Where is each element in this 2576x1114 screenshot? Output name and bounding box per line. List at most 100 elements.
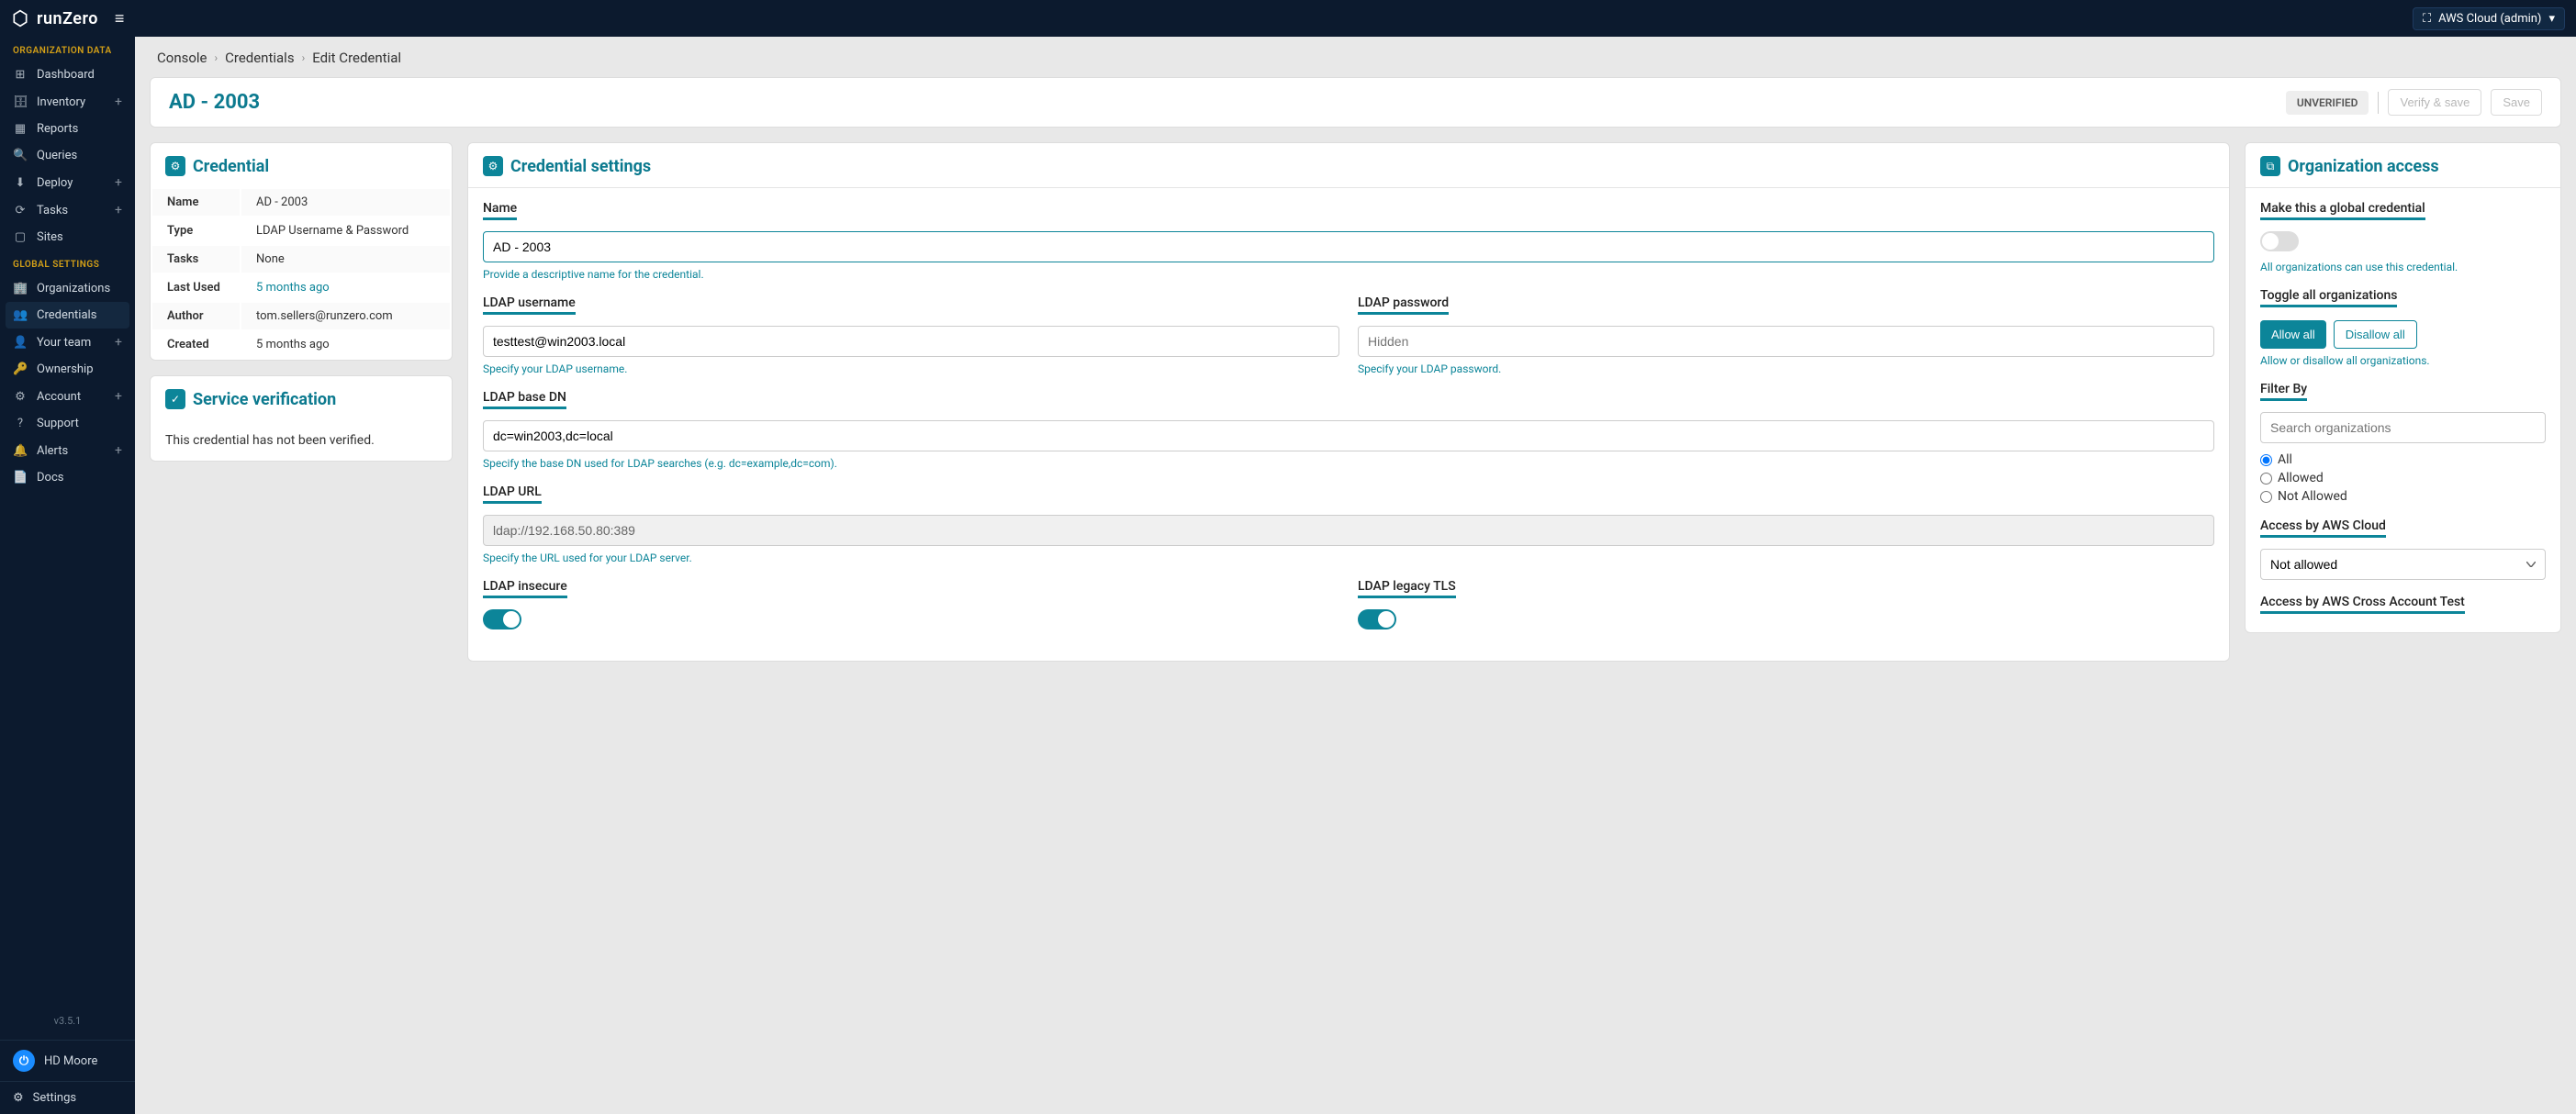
page-title: AD - 2003 bbox=[169, 91, 260, 114]
breadcrumb-console[interactable]: Console bbox=[157, 50, 207, 66]
reports-icon: ▦ bbox=[13, 122, 28, 136]
team-icon: 👤 bbox=[13, 336, 28, 350]
sidebar-item-your-team[interactable]: 👤Your team+ bbox=[0, 329, 135, 356]
ldap-username-input[interactable] bbox=[483, 326, 1339, 357]
sidebar-item-tasks[interactable]: ⟳Tasks+ bbox=[0, 196, 135, 224]
chevron-down-icon: ▾ bbox=[2548, 12, 2555, 26]
filter-radio-not-allowed[interactable]: Not Allowed bbox=[2260, 489, 2546, 504]
sidebar-section-global: GLOBAL SETTINGS bbox=[0, 251, 135, 275]
plus-icon[interactable]: + bbox=[115, 203, 122, 217]
verify-save-button[interactable]: Verify & save bbox=[2388, 89, 2481, 116]
global-credential-help: All organizations can use this credentia… bbox=[2260, 261, 2546, 273]
access-aws-cloud-select[interactable]: Not allowed bbox=[2260, 549, 2546, 580]
last-used-link[interactable]: 5 months ago bbox=[241, 274, 450, 301]
ldap-dn-help: Specify the base DN used for LDAP search… bbox=[483, 457, 2214, 470]
ldap-legacy-tls-toggle[interactable] bbox=[1358, 609, 1396, 629]
card-title: Credential settings bbox=[510, 157, 651, 176]
version-label: v3.5.1 bbox=[0, 1006, 135, 1040]
sidebar-item-organizations[interactable]: 🏢Organizations bbox=[0, 275, 135, 302]
ldap-url-input[interactable] bbox=[483, 515, 2214, 546]
name-input[interactable] bbox=[483, 231, 2214, 262]
user-name: HD Moore bbox=[44, 1054, 97, 1068]
tasks-icon: ⟳ bbox=[13, 204, 28, 217]
breadcrumb-current: Edit Credential bbox=[312, 50, 401, 66]
ldap-username-help: Specify your LDAP username. bbox=[483, 362, 1339, 375]
sidebar-item-deploy[interactable]: ⬇Deploy+ bbox=[0, 169, 135, 196]
toggle-orgs-help: Allow or disallow all organizations. bbox=[2260, 354, 2546, 367]
docs-icon: 📄 bbox=[13, 471, 28, 485]
gear-icon: ⚙ bbox=[483, 156, 503, 176]
ldap-password-input[interactable] bbox=[1358, 326, 2214, 357]
filter-orgs-input[interactable] bbox=[2260, 412, 2546, 443]
chevron-right-icon: › bbox=[302, 51, 306, 64]
user-row[interactable]: ⏻ HD Moore bbox=[0, 1040, 135, 1081]
ldap-url-help: Specify the URL used for your LDAP serve… bbox=[483, 551, 2214, 564]
chevron-right-icon: › bbox=[215, 51, 218, 64]
table-row: NameAD - 2003 bbox=[152, 189, 450, 216]
filter-radio-allowed[interactable]: Allowed bbox=[2260, 471, 2546, 485]
main: Console › Credentials › Edit Credential … bbox=[135, 37, 2576, 1114]
disallow-all-button[interactable]: Disallow all bbox=[2334, 320, 2417, 349]
name-label: Name bbox=[483, 201, 517, 220]
table-row: Authortom.sellers@runzero.com bbox=[152, 303, 450, 329]
allow-all-button[interactable]: Allow all bbox=[2260, 320, 2326, 349]
plus-icon[interactable]: + bbox=[115, 175, 122, 190]
ldap-url-label: LDAP URL bbox=[483, 485, 542, 504]
sidebar-item-alerts[interactable]: 🔔Alerts+ bbox=[0, 437, 135, 464]
credential-info-table: NameAD - 2003 TypeLDAP Username & Passwo… bbox=[151, 187, 452, 360]
divider bbox=[2378, 92, 2379, 114]
breadcrumb-credentials[interactable]: Credentials bbox=[225, 50, 294, 66]
table-row: TasksNone bbox=[152, 246, 450, 273]
organizations-icon: 🏢 bbox=[13, 282, 28, 295]
sidebar-item-account[interactable]: ⚙Account+ bbox=[0, 383, 135, 410]
plus-icon[interactable]: + bbox=[115, 389, 122, 404]
menu-toggle-icon[interactable]: ≡ bbox=[115, 9, 125, 28]
verification-text: This credential has not been verified. bbox=[151, 420, 452, 461]
filter-by-label: Filter By bbox=[2260, 382, 2307, 401]
breadcrumb: Console › Credentials › Edit Credential bbox=[135, 37, 2576, 77]
sidebar-item-reports[interactable]: ▦Reports bbox=[0, 116, 135, 142]
save-button[interactable]: Save bbox=[2491, 89, 2542, 116]
verification-card: ✓ Service verification This credential h… bbox=[150, 375, 453, 462]
ldap-dn-input[interactable] bbox=[483, 420, 2214, 451]
access-aws-cross-label: Access by AWS Cross Account Test bbox=[2260, 595, 2465, 614]
sidebar-item-dashboard[interactable]: ⊞Dashboard bbox=[0, 61, 135, 88]
access-aws-cloud-label: Access by AWS Cloud bbox=[2260, 518, 2386, 538]
sidebar-item-inventory[interactable]: 🗄Inventory+ bbox=[0, 88, 135, 116]
ldap-dn-label: LDAP base DN bbox=[483, 390, 566, 409]
ldap-username-label: LDAP username bbox=[483, 295, 576, 315]
ownership-icon: 🔑 bbox=[13, 362, 28, 376]
sidebar-item-docs[interactable]: 📄Docs bbox=[0, 464, 135, 491]
ldap-password-label: LDAP password bbox=[1358, 295, 1449, 315]
sidebar-item-sites[interactable]: ▢Sites bbox=[0, 224, 135, 251]
ldap-insecure-toggle[interactable] bbox=[483, 609, 521, 629]
copy-icon: ⧉ bbox=[2260, 156, 2280, 176]
card-title: Credential bbox=[193, 157, 269, 176]
sidebar-item-credentials[interactable]: 👥Credentials bbox=[6, 302, 129, 329]
plus-icon[interactable]: + bbox=[115, 443, 122, 458]
deploy-icon: ⬇ bbox=[13, 176, 28, 190]
sidebar-item-support[interactable]: ?Support bbox=[0, 410, 135, 437]
global-credential-toggle[interactable] bbox=[2260, 231, 2299, 251]
status-badge: UNVERIFIED bbox=[2286, 91, 2369, 115]
sidebar-item-queries[interactable]: 🔍Queries bbox=[0, 142, 135, 169]
credential-card: ⚙ Credential NameAD - 2003 TypeLDAP User… bbox=[150, 142, 453, 361]
title-bar: AD - 2003 UNVERIFIED Verify & save Save bbox=[150, 77, 2561, 128]
sidebar-section-org: ORGANIZATION DATA bbox=[0, 37, 135, 61]
inventory-icon: 🗄 bbox=[13, 95, 28, 109]
logo[interactable]: runZero ≡ bbox=[11, 9, 124, 28]
name-help: Provide a descriptive name for the crede… bbox=[483, 268, 2214, 281]
org-access-card: ⧉ Organization access Make this a global… bbox=[2245, 142, 2561, 633]
filter-radio-all[interactable]: All bbox=[2260, 452, 2546, 467]
gear-icon: ⚙ bbox=[13, 1091, 24, 1105]
support-icon: ? bbox=[13, 417, 28, 430]
sidebar-item-settings[interactable]: ⚙ Settings bbox=[0, 1081, 135, 1114]
cloud-icon: ⛶ bbox=[2423, 12, 2431, 26]
cloud-selector[interactable]: ⛶ AWS Cloud (admin) ▾ bbox=[2413, 7, 2565, 30]
plus-icon[interactable]: + bbox=[115, 95, 122, 109]
ldap-insecure-label: LDAP insecure bbox=[483, 579, 567, 598]
plus-icon[interactable]: + bbox=[115, 335, 122, 350]
logo-text: runZero bbox=[37, 9, 98, 28]
sidebar-item-ownership[interactable]: 🔑Ownership bbox=[0, 356, 135, 383]
queries-icon: 🔍 bbox=[13, 149, 28, 162]
